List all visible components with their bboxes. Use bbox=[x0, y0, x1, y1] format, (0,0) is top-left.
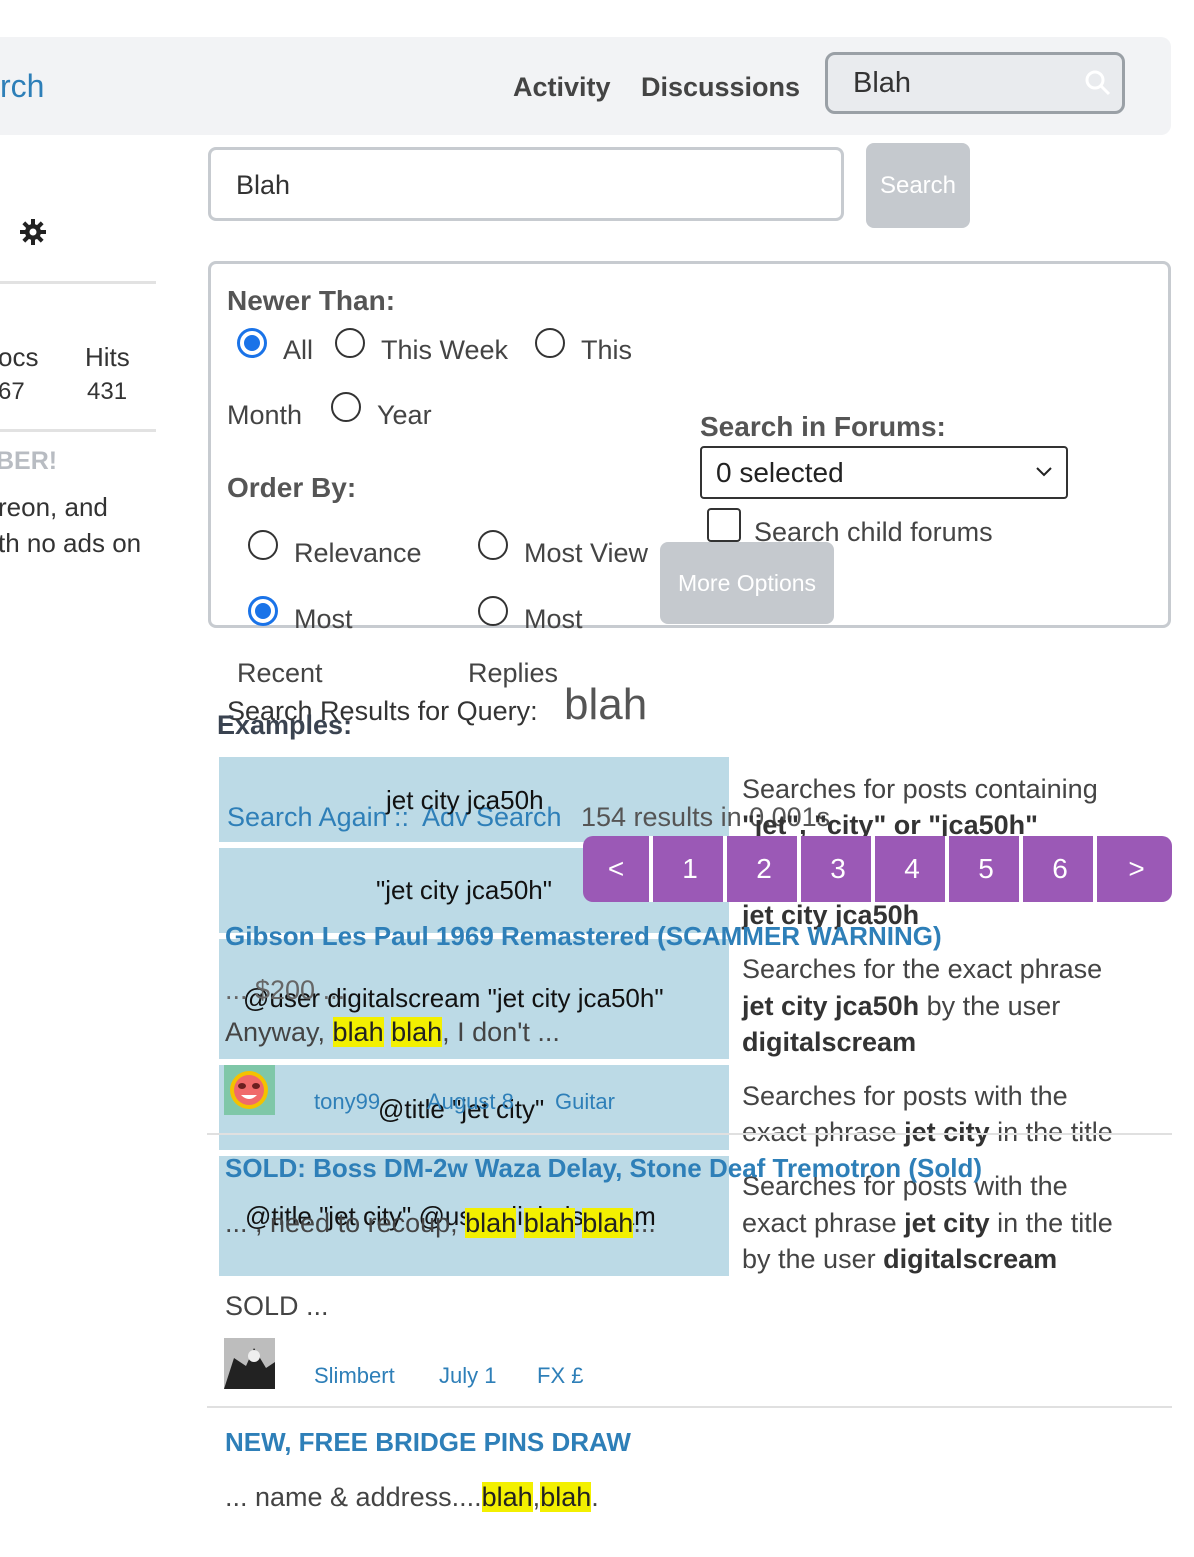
result-author-link[interactable]: tony99 bbox=[314, 1089, 380, 1115]
newer-than-label: Newer Than: bbox=[227, 285, 396, 316]
tip-description: Searches for posts with the bbox=[742, 1081, 1068, 1111]
tip-description: Searches for posts containing bbox=[742, 774, 1098, 804]
page-button-1[interactable]: 1 bbox=[657, 836, 727, 902]
result-excerpt: ... $200 ... bbox=[225, 975, 346, 1005]
forums-select[interactable]: 0 selected bbox=[700, 446, 1068, 499]
order-by-label: Order By: bbox=[227, 472, 357, 503]
sidebar-divider bbox=[0, 281, 156, 284]
sidebar-promo-heading: BER! bbox=[0, 447, 58, 475]
radio-newer-all-label: All bbox=[283, 335, 314, 365]
radio-newer-month[interactable] bbox=[535, 328, 565, 358]
result-title-link[interactable]: Gibson Les Paul 1969 Remastered (SCAMMER… bbox=[225, 921, 942, 952]
sidebar-stat-value-docs: 67 bbox=[0, 378, 25, 405]
search-input-value: Blah bbox=[236, 170, 291, 200]
avatar[interactable] bbox=[224, 1065, 275, 1115]
more-options-button[interactable]: More Options bbox=[660, 542, 834, 624]
result-title-link[interactable]: NEW, FREE BRIDGE PINS DRAW bbox=[225, 1427, 631, 1458]
result-forum-link[interactable]: Guitar bbox=[555, 1089, 615, 1115]
sidebar-stat-label-hits: Hits bbox=[85, 342, 130, 372]
tip-description: jet city jca50h by the user bbox=[742, 991, 1061, 1021]
tip-description: Searches for the exact phrase bbox=[742, 954, 1103, 984]
nav-activity-link[interactable]: Activity bbox=[513, 72, 611, 103]
result-divider bbox=[207, 1406, 1172, 1408]
radio-order-most-recent-label-cont: Recent bbox=[237, 658, 323, 688]
pagination: < 1 2 3 4 5 6 > bbox=[583, 836, 1172, 902]
tip-description: digitalscream bbox=[742, 1027, 917, 1057]
sidebar-divider bbox=[0, 429, 156, 432]
result-author-link[interactable]: Slimbert bbox=[314, 1363, 395, 1389]
page-button-4[interactable]: 4 bbox=[879, 836, 949, 902]
result-divider bbox=[207, 1133, 1172, 1135]
result-excerpt: ... , need to recoup, blah blah blah... bbox=[225, 1208, 656, 1238]
sidebar-stat-label-docs: ocs bbox=[0, 342, 39, 372]
page-prev-button[interactable]: < bbox=[583, 836, 653, 902]
radio-order-most-replies-label-cont: Replies bbox=[468, 658, 559, 688]
tip-description: exact phrase jet city in the title bbox=[742, 1117, 1113, 1147]
tip-description: by the user digitalscream bbox=[742, 1244, 1058, 1274]
page-button-3[interactable]: 3 bbox=[805, 836, 875, 902]
gear-icon[interactable] bbox=[19, 218, 47, 246]
site-brand-link[interactable]: rch bbox=[0, 68, 44, 105]
chevron-down-icon bbox=[1036, 467, 1052, 477]
radio-newer-year-label: Year bbox=[377, 400, 432, 430]
nav-discussions-link[interactable]: Discussions bbox=[641, 72, 800, 103]
avatar[interactable] bbox=[224, 1338, 275, 1389]
tip-description: exact phrase jet city in the title bbox=[742, 1208, 1113, 1238]
radio-newer-week-label: This Week bbox=[381, 335, 509, 365]
radio-order-relevance-label: Relevance bbox=[294, 538, 422, 568]
tip-example: "jet city jca50h" bbox=[376, 875, 552, 905]
radio-order-most-replies-label: Most bbox=[524, 604, 583, 634]
result-excerpt: SOLD ... bbox=[225, 1291, 329, 1321]
radio-order-most-replies[interactable] bbox=[478, 596, 508, 626]
radio-order-most-viewed-label: Most View bbox=[524, 538, 649, 568]
result-excerpt: Anyway, blah blah, I don't ... bbox=[225, 1017, 560, 1047]
radio-newer-month-label: This bbox=[581, 335, 633, 365]
radio-newer-week[interactable] bbox=[335, 328, 365, 358]
page-button-2[interactable]: 2 bbox=[731, 836, 801, 902]
results-query: blah bbox=[564, 680, 648, 729]
radio-order-most-viewed[interactable] bbox=[478, 530, 508, 560]
radio-order-most-recent-label: Most bbox=[294, 604, 353, 634]
search-in-forums-label: Search in Forums: bbox=[700, 411, 946, 442]
result-excerpt: ... name & address....blah,blah. bbox=[225, 1482, 599, 1512]
search-again-link[interactable]: Search Again bbox=[227, 802, 388, 833]
search-icon[interactable] bbox=[1084, 69, 1112, 97]
radio-order-most-recent[interactable] bbox=[248, 596, 278, 626]
header-search-value: Blah bbox=[853, 67, 912, 99]
sidebar-promo-line: reon, and bbox=[0, 492, 108, 522]
header-search-input[interactable]: Blah bbox=[825, 52, 1125, 114]
examples-label: Examples: bbox=[217, 710, 353, 740]
radio-newer-all[interactable] bbox=[237, 328, 267, 358]
search-child-forums-checkbox[interactable] bbox=[707, 508, 741, 542]
search-input[interactable]: Blah bbox=[208, 147, 844, 221]
result-title-link[interactable]: SOLD: Boss DM-2w Waza Delay, Stone Deaf … bbox=[225, 1153, 982, 1184]
sidebar-promo-line: th no ads on bbox=[0, 528, 142, 558]
radio-newer-month-label-cont: Month bbox=[227, 400, 303, 430]
page-button-5[interactable]: 5 bbox=[953, 836, 1023, 902]
radio-order-relevance[interactable] bbox=[248, 530, 278, 560]
page-next-button[interactable]: > bbox=[1101, 836, 1172, 902]
page-button-6[interactable]: 6 bbox=[1027, 836, 1097, 902]
sidebar-stat-value-hits: 431 bbox=[87, 378, 128, 405]
tip-example: jet city jca50h bbox=[386, 785, 544, 815]
result-date: August 8 bbox=[427, 1089, 514, 1114]
result-forum-link[interactable]: FX £ bbox=[537, 1363, 583, 1389]
radio-newer-year[interactable] bbox=[331, 392, 361, 422]
search-button[interactable]: Search bbox=[866, 143, 970, 228]
forums-select-value: 0 selected bbox=[716, 457, 844, 488]
result-date: July 1 bbox=[439, 1363, 497, 1388]
